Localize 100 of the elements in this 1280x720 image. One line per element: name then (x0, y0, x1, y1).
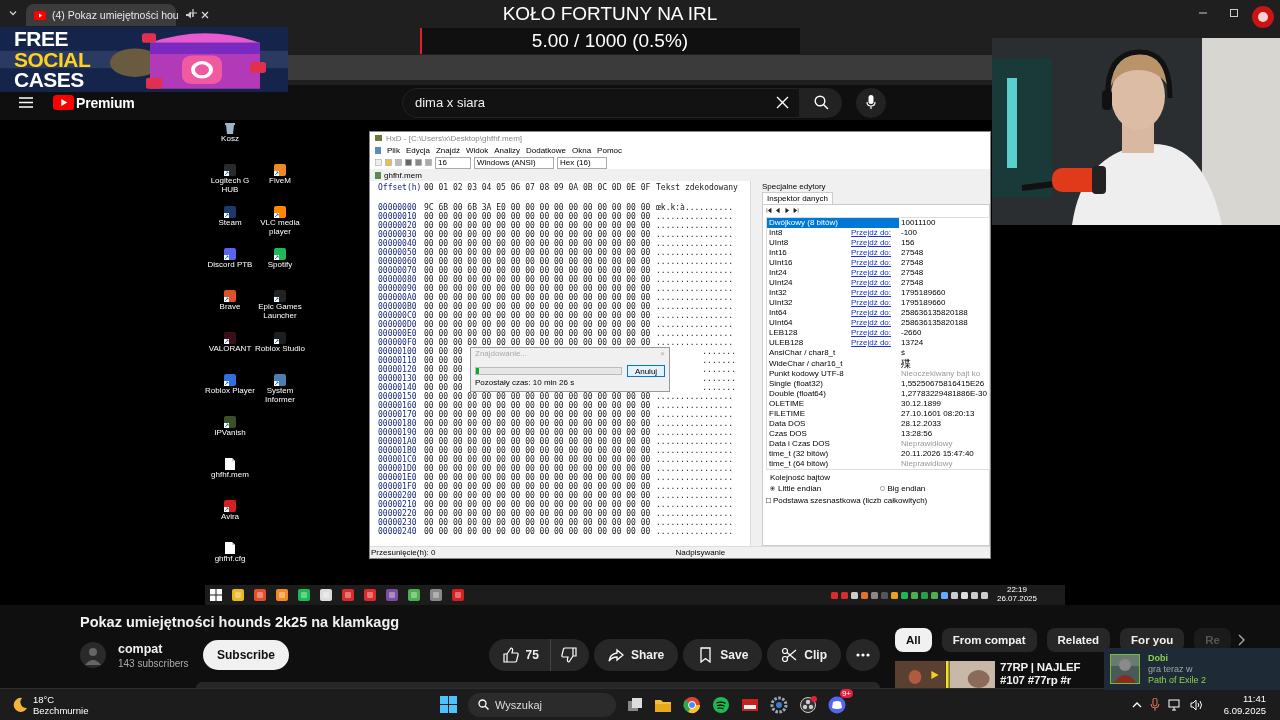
app-shortcut-icon[interactable] (224, 206, 236, 218)
browser-icon[interactable] (683, 695, 701, 714)
volume-icon[interactable] (1189, 698, 1204, 711)
goto-link[interactable]: Przejdź do: (849, 318, 899, 328)
app-shortcut-icon[interactable] (224, 164, 236, 176)
clock-date[interactable]: 6.09.2025 (1223, 704, 1266, 717)
field-name[interactable]: OLETIME (767, 399, 899, 409)
field-name[interactable]: ULEB128 (767, 338, 849, 348)
app-shortcut-icon[interactable] (274, 332, 286, 344)
app-shortcut-icon[interactable] (224, 500, 236, 512)
more-button[interactable] (846, 639, 880, 671)
goto-link[interactable]: Przejdź do: (849, 258, 899, 268)
app-icon[interactable] (408, 589, 420, 601)
goto-link[interactable]: Przejdź do: (849, 278, 899, 288)
chat-app-icon[interactable] (828, 695, 846, 714)
goto-link[interactable]: Przejdź do: (849, 228, 899, 238)
search-field[interactable]: dima x siara (402, 87, 800, 118)
inspector-tab[interactable]: Inspektor danych (762, 192, 833, 204)
field-name[interactable]: UInt32 (767, 298, 849, 308)
tab-list-icon[interactable] (8, 8, 18, 18)
goto-link[interactable]: Przejdź do: (849, 338, 899, 348)
search-input[interactable]: Wyszukaj (495, 698, 595, 711)
clip-button[interactable]: Clip (767, 639, 841, 671)
clock-time[interactable]: 11:41 (1242, 692, 1266, 705)
goto-link[interactable]: Przejdź do: (849, 268, 899, 278)
navigation-icon[interactable] (793, 207, 799, 214)
menu-item[interactable]: Analizy (494, 145, 520, 155)
start-icon[interactable] (440, 696, 457, 713)
channel-avatar[interactable] (80, 642, 106, 668)
menu-icon[interactable] (19, 97, 33, 108)
goto-link[interactable]: Przejdź do: (849, 238, 899, 248)
field-name[interactable]: time_t (64 bitów) (767, 459, 899, 469)
field-name[interactable]: Int32 (767, 288, 849, 298)
app-icon[interactable] (386, 589, 398, 601)
field-name[interactable]: UInt24 (767, 278, 849, 288)
goto-link[interactable]: Przejdź do: (849, 308, 899, 318)
start-icon[interactable] (210, 589, 222, 601)
menu-item[interactable]: Edycja (405, 145, 430, 155)
field-name[interactable]: UInt16 (767, 258, 849, 268)
channel-name[interactable]: compat (118, 641, 190, 656)
voice-search-button[interactable] (856, 87, 886, 118)
goto-link[interactable]: Przejdź do: (849, 328, 899, 338)
filter-chip[interactable]: Related (1046, 628, 1111, 652)
navigation-icon[interactable] (766, 207, 772, 214)
field-name[interactable]: Int24 (767, 268, 849, 278)
cancel-button[interactable]: Anuluj (627, 365, 665, 377)
field-name[interactable]: Int64 (767, 308, 849, 318)
field-name[interactable]: Data i Czas DOS (767, 439, 899, 449)
app-icon[interactable] (430, 589, 442, 601)
like-button[interactable]: 75 (488, 639, 550, 671)
logo-text[interactable]: Premium (76, 94, 135, 111)
radio-button[interactable] (770, 486, 775, 491)
recycle-bin-icon[interactable] (225, 122, 235, 134)
app-icon[interactable] (364, 589, 376, 601)
new-tab-icon[interactable] (188, 8, 198, 18)
app-icon[interactable] (452, 589, 464, 601)
field-name[interactable]: FILETIME (767, 409, 899, 419)
music-app-icon[interactable] (712, 695, 730, 714)
app-icon[interactable] (254, 589, 266, 601)
app-shortcut-icon[interactable] (224, 248, 236, 260)
filter-chip[interactable]: All (895, 628, 932, 652)
file-tab[interactable]: ghfhf.mem (384, 170, 422, 180)
app-icon[interactable] (232, 589, 244, 601)
dislike-button[interactable] (549, 639, 589, 671)
app-icon[interactable] (276, 589, 288, 601)
goto-link[interactable]: Przejdź do: (849, 298, 899, 308)
bytes-per-row-select[interactable]: 16 (435, 156, 471, 169)
menu-item[interactable]: Znajdź (435, 145, 460, 155)
app-shortcut-icon[interactable] (274, 290, 286, 302)
menu-item[interactable]: Okna (572, 145, 592, 155)
field-name[interactable]: LEB128 (767, 328, 849, 338)
network-icon[interactable] (1167, 698, 1182, 711)
app-icon[interactable] (342, 589, 354, 601)
filter-chip[interactable]: From compat (941, 628, 1037, 652)
goto-link[interactable]: Przejdź do: (849, 288, 899, 298)
menu-item[interactable]: Plik (387, 145, 400, 155)
clear-icon[interactable] (776, 96, 789, 109)
menu-item[interactable]: Widok (465, 145, 489, 155)
checkbox[interactable] (766, 498, 771, 503)
charset-select[interactable]: Windows (ANSI) (474, 156, 554, 169)
chevron-right-icon[interactable] (1236, 634, 1245, 646)
app-icon[interactable] (298, 589, 310, 601)
app-shortcut-icon[interactable] (224, 416, 236, 428)
field-name[interactable]: Single (float32) (767, 379, 899, 389)
field-name[interactable]: time_t (32 bitów) (767, 449, 899, 459)
field-name[interactable]: WideChar / char16_t (767, 358, 899, 369)
app-shortcut-icon[interactable] (274, 374, 286, 386)
search-field[interactable]: Wyszukaj (468, 692, 616, 717)
close-icon[interactable] (200, 11, 209, 19)
field-name[interactable]: Int16 (767, 248, 849, 258)
recorder-app-icon[interactable] (799, 695, 817, 714)
gear-icon[interactable] (770, 695, 788, 714)
field-name[interactable]: Punkt kodowy UTF-8 (767, 369, 899, 379)
field-name[interactable]: Czas DOS (767, 429, 899, 439)
microphone-icon[interactable] (1149, 697, 1160, 712)
save-button[interactable]: Save (683, 639, 763, 671)
menu-item[interactable]: Dodatkowe (525, 145, 566, 155)
offset-base-select[interactable]: Hex (16) (557, 156, 607, 169)
video-title[interactable]: 77RP | NAJLEF (1000, 661, 1081, 674)
file-icon[interactable] (225, 542, 235, 554)
